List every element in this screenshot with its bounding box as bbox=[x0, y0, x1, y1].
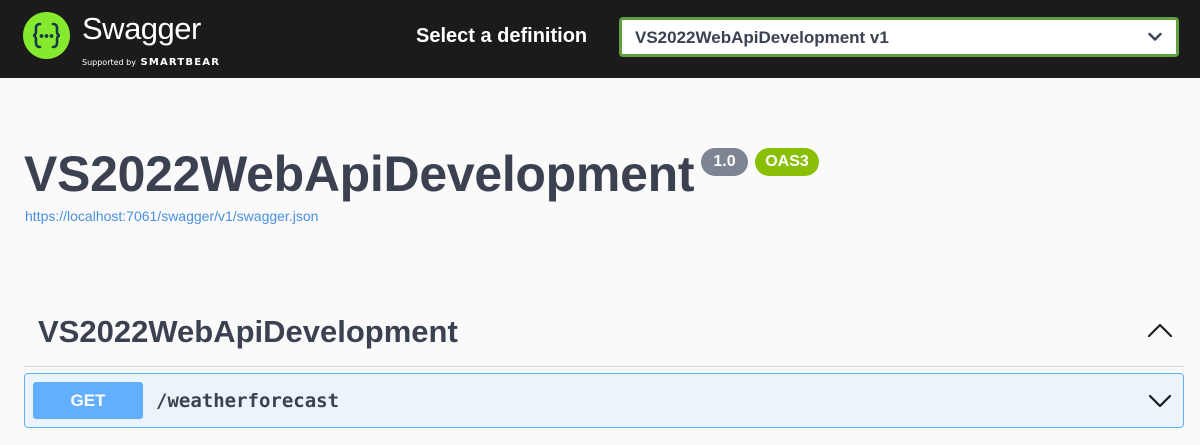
logo-supported-by: Supported by bbox=[82, 58, 136, 67]
definition-select[interactable]: VS2022WebApiDevelopment v1 bbox=[619, 17, 1179, 57]
chevron-up-icon[interactable] bbox=[1147, 322, 1173, 338]
definition-select-value: VS2022WebApiDevelopment v1 bbox=[635, 28, 889, 47]
spec-url-link[interactable]: https://localhost:7061/swagger/v1/swagge… bbox=[25, 208, 318, 224]
chevron-down-icon bbox=[1148, 32, 1162, 41]
operation-path: /weatherforecast bbox=[156, 390, 340, 412]
chevron-down-icon[interactable] bbox=[1148, 394, 1172, 408]
logo-subtitle: Supported by SMARTBEAR bbox=[82, 52, 220, 70]
http-method-badge: GET bbox=[33, 382, 143, 419]
swagger-logo-link[interactable]: Swagger Supported by SMARTBEAR bbox=[23, 9, 233, 70]
tag-section-header[interactable]: VS2022WebApiDevelopment bbox=[24, 300, 1184, 367]
operation-get-weatherforecast[interactable]: GET /weatherforecast bbox=[24, 373, 1184, 428]
tag-name: VS2022WebApiDevelopment bbox=[38, 314, 458, 349]
page-title: VS2022WebApiDevelopment bbox=[24, 146, 695, 202]
logo-title: Swagger bbox=[82, 11, 201, 46]
definition-label: Select a definition bbox=[416, 25, 588, 47]
topbar: Swagger Supported by SMARTBEAR Select a … bbox=[0, 0, 1200, 78]
oas-badge: OAS3 bbox=[755, 148, 819, 176]
logo-brand: SMARTBEAR bbox=[140, 57, 221, 68]
version-badge: 1.0 bbox=[701, 148, 748, 176]
swagger-braces-icon bbox=[23, 12, 70, 59]
